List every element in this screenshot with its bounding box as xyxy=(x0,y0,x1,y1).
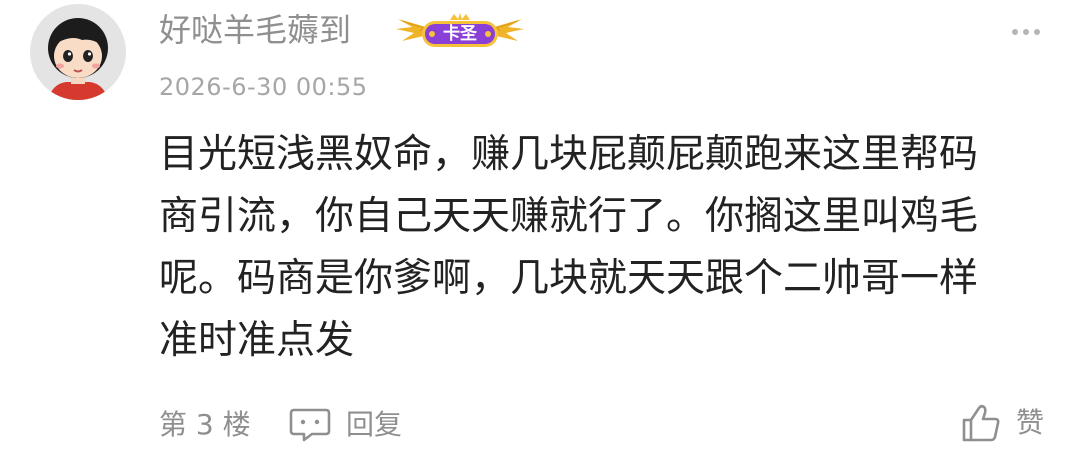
like-label: 赞 xyxy=(1016,406,1045,439)
comment-line: 目光短浅黑奴命，赚几块屁颠屁颠跑来这里帮码 xyxy=(159,132,979,177)
thumbs-up-icon xyxy=(962,404,1000,442)
comment-bubble-icon xyxy=(289,408,331,442)
reply-label: 回复 xyxy=(346,408,403,441)
more-dots-icon xyxy=(1012,29,1040,35)
like-button[interactable]: 赞 xyxy=(960,400,1044,446)
comment-timestamp: 2026-6-30 00:55 xyxy=(159,73,368,101)
avatar[interactable] xyxy=(30,4,126,100)
avatar-image xyxy=(30,4,126,100)
badge-label: 卡圣 xyxy=(443,24,477,44)
comment-line: 呢。码商是你爹啊，几块就天天跟个二帅哥一样 xyxy=(159,256,979,301)
author-badge: 卡圣 xyxy=(392,11,528,51)
comment-line: 商引流，你自己天天赚就行了。你搁这里叫鸡毛 xyxy=(159,194,979,239)
comment-body: 目光短浅黑奴命，赚几块屁颠屁颠跑来这里帮码 商引流，你自己天天赚就行了。你搁这里… xyxy=(159,124,1039,372)
more-options-button[interactable] xyxy=(1006,20,1046,44)
comment-line: 准时准点发 xyxy=(159,318,355,363)
floor-label: 第 3 楼 xyxy=(159,408,251,441)
author-name[interactable]: 好哒羊毛薅到 xyxy=(159,8,351,52)
reply-button[interactable]: 回复 xyxy=(288,405,402,445)
